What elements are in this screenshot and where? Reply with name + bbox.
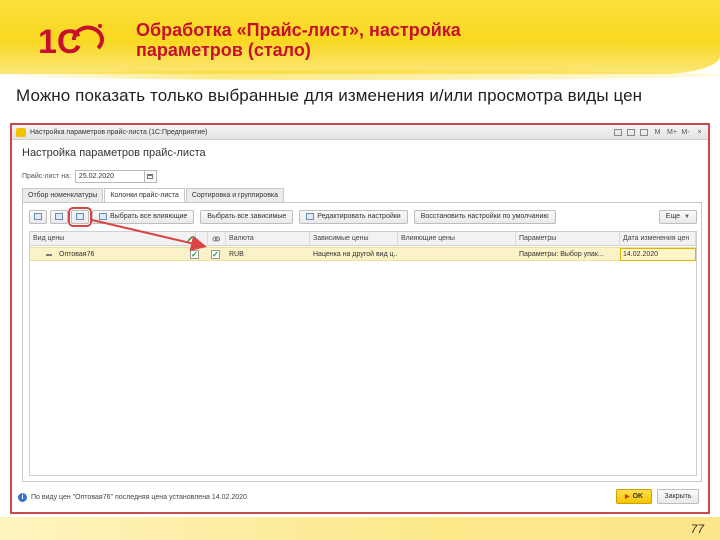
tab-sorting-grouping[interactable]: Сортировка и группировка: [185, 188, 285, 202]
show-selected-only-button[interactable]: [68, 206, 92, 227]
ok-button[interactable]: ▶ OK: [616, 489, 652, 504]
header-dependent-prices[interactable]: Зависимые цены: [310, 232, 398, 246]
app-window: Настройка параметров прайс-листа (1С:Пре…: [10, 123, 710, 514]
copy-button[interactable]: [29, 209, 47, 224]
logo-1c: 1С: [38, 23, 104, 60]
calendar-icon: [147, 173, 154, 179]
pencil-icon: [187, 236, 193, 242]
edit-settings-button[interactable]: Редактировать настройки: [299, 209, 408, 224]
link-icon: [212, 236, 220, 242]
form-title: Настройка параметров прайс-листа: [22, 147, 206, 159]
more-label: Еще: [665, 212, 681, 220]
logo-text: 1С: [38, 23, 81, 60]
restore-defaults-label: Восстановить настройки по умолчанию: [420, 212, 549, 220]
toolbar: Выбрать все влияющие Выбрать все зависим…: [29, 206, 697, 227]
header-check-1: [196, 232, 208, 246]
slide-subtitle: Можно показать только выбранные для изме…: [16, 86, 643, 105]
ok-label: OK: [632, 493, 644, 500]
date-input[interactable]: 25.02.2020: [74, 169, 145, 183]
slide-title-line2: параметров (стало): [136, 40, 311, 60]
select-all-dependent-button[interactable]: Выбрать все зависимые: [200, 209, 294, 224]
memory-minus-button[interactable]: M-: [681, 125, 690, 140]
cell-price-type: Оптовая76: [59, 251, 95, 258]
checkbox-visible[interactable]: ✓: [211, 250, 220, 259]
window-controls: M M+ M- ×: [614, 125, 704, 140]
app-icon: [16, 128, 26, 137]
header-change-date[interactable]: Дата изменения цен: [620, 232, 696, 246]
select-influencing-icon: [99, 213, 107, 220]
memory-button[interactable]: M: [653, 125, 662, 140]
slide-title: Обработка «Прайс-лист», настройка параме…: [136, 20, 556, 60]
date-row: Прайс-лист на: 25.02.2020: [22, 169, 157, 183]
more-button[interactable]: Еще ▼: [658, 209, 697, 224]
close-window-button[interactable]: ×: [695, 125, 704, 140]
tabs: Отбор номенклатуры Колонки прайс-листа С…: [22, 188, 285, 202]
edit-settings-label: Редактировать настройки: [317, 212, 401, 220]
header-price-type[interactable]: Вид цены: [30, 232, 196, 246]
slide-title-line1: Обработка «Прайс-лист», настройка: [136, 20, 461, 40]
window-calc-icon[interactable]: [627, 129, 635, 136]
select-all-influencing-label: Выбрать все влияющие: [110, 212, 188, 220]
restore-defaults-button[interactable]: Восстановить настройки по умолчанию: [413, 209, 556, 224]
checkbox-editable[interactable]: ✓: [190, 250, 199, 259]
header-influencing-prices[interactable]: Влияющие цены: [398, 232, 516, 246]
calendar-button[interactable]: [144, 169, 157, 183]
window-calendar-icon[interactable]: [640, 129, 648, 136]
cell-change-date: 14.02.2020: [623, 251, 659, 258]
select-all-dependent-label: Выбрать все зависимые: [207, 212, 287, 220]
status-text: По виду цен "Оптовая76" последняя цена у…: [31, 493, 249, 501]
table-row[interactable]: Оптовая76 ✓ ✓ RUB Наценка на другой вид …: [30, 247, 696, 261]
play-icon: ▶: [624, 494, 630, 500]
window-list-icon[interactable]: [614, 129, 622, 136]
chevron-down-icon: ▼: [684, 213, 690, 220]
footer-band: [0, 517, 720, 540]
price-types-table: Вид цены Валюта Зависимые цены Влияющие …: [29, 231, 697, 476]
select-all-influencing-button[interactable]: Выбрать все влияющие: [92, 209, 195, 224]
memory-plus-button[interactable]: M+: [667, 125, 677, 140]
table-header: Вид цены Валюта Зависимые цены Влияющие …: [30, 232, 696, 246]
date-label: Прайс-лист на:: [22, 172, 71, 180]
header-parameters[interactable]: Параметры: [516, 232, 620, 246]
refresh-button[interactable]: [50, 209, 68, 224]
tab-panel: Выбрать все влияющие Выбрать все зависим…: [22, 202, 702, 482]
cell-dependent-prices: Наценка на другой вид ц...: [313, 251, 398, 258]
cell-currency: RUB: [229, 251, 244, 258]
tab-price-columns[interactable]: Колонки прайс-листа: [104, 188, 185, 202]
info-icon: i: [18, 492, 27, 502]
page-number: 77: [690, 522, 704, 536]
header-currency[interactable]: Валюта: [226, 232, 310, 246]
row-marker-icon: [46, 254, 52, 256]
status-row: i По виду цен "Оптовая76" последняя цена…: [18, 491, 249, 503]
close-button[interactable]: Закрыть: [657, 489, 699, 504]
slide-header: 1С Обработка «Прайс-лист», настройка пар…: [0, 0, 720, 80]
tab-item-filter[interactable]: Отбор номенклатуры: [22, 188, 104, 202]
cell-influencing-prices: [398, 248, 516, 261]
settings-icon: [306, 213, 315, 220]
cell-parameters: Параметры: Выбор упак...: [519, 251, 604, 258]
filter-selected-icon: [76, 213, 84, 220]
window-title: Настройка параметров прайс-листа (1С:Пре…: [30, 129, 208, 136]
copy-icon: [34, 213, 42, 220]
window-titlebar: Настройка параметров прайс-листа (1С:Пре…: [12, 125, 708, 140]
refresh-icon: [55, 213, 63, 220]
